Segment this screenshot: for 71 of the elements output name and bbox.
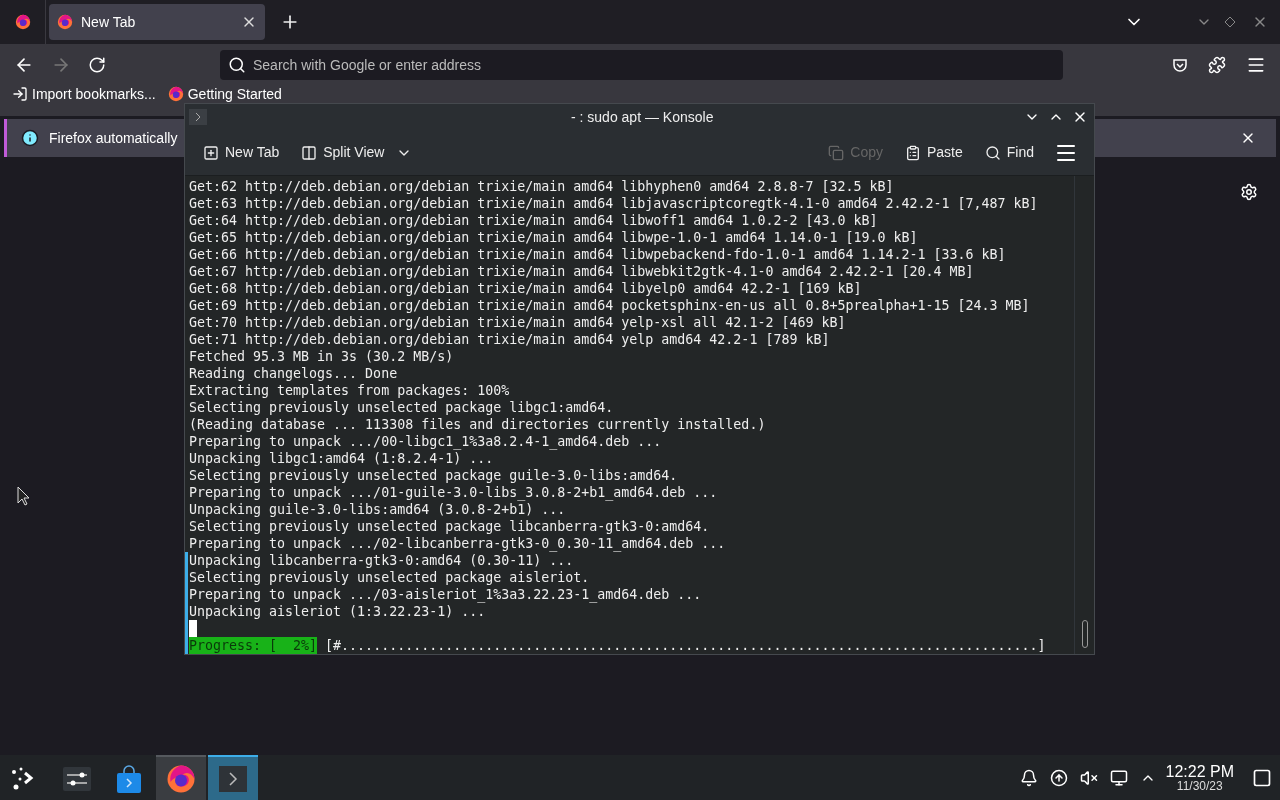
sliders-icon [63,766,91,791]
info-icon [21,129,39,147]
clipboard-icon [904,144,921,161]
update-icon[interactable] [1049,768,1068,787]
terminal-icon [219,765,247,792]
split-view-icon [301,144,318,161]
text-cursor [189,620,197,637]
firefox-logo-icon [167,86,184,102]
terminal-line: Selecting previously unselected package aisleriot. [185,569,1074,586]
terminal-line: Get:66 http://deb.debian.org/debian trixie/main amd64 libwpebackend-fdo-1.0-1 amd64 1.14.2-1 [33.6 kB] [188,246,1007,263]
taskbar-item[interactable] [208,755,258,800]
search-icon [984,144,1001,161]
terminal-line: Preparing to unpack .../03-aisleriot_1%3a3.22.23-1_amd64.deb ... [185,586,1074,603]
mouse-pointer-icon [17,486,31,506]
search-icon [228,55,246,74]
terminal-line: Reading changelogs... Done [188,365,399,382]
split-view-button[interactable]: Split View [299,142,415,164]
import-icon [12,86,28,102]
tab-title: New Tab [81,12,137,32]
window-title: - : sudo apt — Konsole [571,107,714,127]
firefox-view-icon [14,14,31,30]
terminal-line: Preparing to unpack .../01-guile-3.0-libs_3.0.8-2+b1_amd64.deb ... [188,484,719,501]
taskbar-item[interactable] [156,755,206,800]
terminal-line: Get:69 http://deb.debian.org/debian trixie/main amd64 pocketsphinx-en-us all 0.8+5prealpha+1-15 [24.3 MB] [188,297,1031,314]
terminal-line: Unpacking libgc1:amd64 (1:8.2.4-1) ... [188,450,495,467]
terminal-line: Get:62 http://deb.debian.org/debian trixie/main amd64 libhyphen0 amd64 2.8.8-7 [32.5 kB] [188,178,895,195]
terminal-line: Preparing to unpack .../00-libgc1_1%3a8.2.4-1_amd64.deb ... [188,433,663,450]
copy-icon [828,144,845,161]
terminal-line: Selecting previously unselected package libcanberra-gtk3-0:amd64. [188,518,711,535]
pocket-icon[interactable] [1172,56,1188,73]
extensions-icon[interactable] [1208,55,1226,74]
terminal-line: Get:65 http://deb.debian.org/debian trixie/main amd64 libwpe-1.0-1 amd64 1.14.0-1 [19.0 kB] [188,229,919,246]
scrollbar-thumb[interactable] [1081,620,1088,648]
address-bar[interactable]: Search with Google or enter address [220,49,1063,80]
firefox-logo-icon [57,14,73,30]
terminal-line: Get:70 http://deb.debian.org/debian trixie/main amd64 yelp-xsl all 42.1-2 [469 kB] [188,314,847,331]
bookmark-item[interactable]: Import bookmarks... [12,86,156,102]
terminal-line: Selecting previously unselected package guile-3.0-libs:amd64. [188,467,679,484]
paste-button[interactable]: Paste [902,142,965,164]
terminal-line: Fetched 95.3 MB in 3s (30.2 MB/s) [188,348,455,365]
volume-muted-icon[interactable] [1079,768,1098,787]
terminal-line: (Reading database ... 113308 files and directories currently installed.) [188,416,767,433]
show-desktop-icon[interactable] [1252,767,1272,788]
terminal-line: Unpacking libcanberra-gtk3-0:amd64 (0.30-11) ... [185,552,1074,569]
terminal-line: Get:64 http://deb.debian.org/debian trixie/main amd64 libwoff1 amd64 1.0.2-2 [43.0 kB] [188,212,879,229]
notification-text: Firefox automatically [49,128,178,148]
clock-date: 11/30/23 [1176,779,1223,792]
terminal-line: Get:67 http://deb.debian.org/debian trixie/main amd64 libwebkit2gtk-4.1-0 amd64 2.42.2-1 [20.4 MB] [188,263,975,280]
terminal-app-icon [194,112,202,123]
network-icon[interactable] [1109,768,1128,787]
new-tab-button[interactable]: New Tab [201,142,282,164]
reload-icon[interactable] [88,55,106,74]
terminal-line: Get:68 http://deb.debian.org/debian trixie/main amd64 libyelp0 amd64 42.2-1 [169 kB] [188,280,863,297]
find-button[interactable]: Find [982,142,1036,164]
bell-icon[interactable] [1019,768,1038,787]
progress-bar-text: [#.......................................................................................] [325,637,1046,654]
browser-tab[interactable]: New Tab [49,4,265,40]
new-tab-icon [203,144,219,161]
firefox-logo-icon [166,763,196,794]
terminal-line: Extracting templates from packages: 100% [188,382,511,399]
terminal-line: Unpacking guile-3.0-libs:amd64 (3.0.8-2+b1) ... [188,501,567,518]
terminal-line: Selecting previously unselected package libgc1:amd64. [188,399,615,416]
settings-icon[interactable] [1240,183,1258,201]
terminal-line: Preparing to unpack .../02-libcanberra-gtk3-0_0.30-11_amd64.deb ... [188,535,727,552]
clock-time: 12:22 PM [1165,763,1234,780]
progress-label: Progress: [ 2%] [189,637,318,654]
terminal-line: Get:63 http://deb.debian.org/debian trixie/main amd64 libjavascriptcoregtk-4.1-0 amd64 2.42.2-1 [7,487 kB] [188,195,1039,212]
terminal-line: Get:71 http://deb.debian.org/debian trixie/main amd64 yelp amd64 42.2-1 [789 kB] [188,331,831,348]
clock[interactable]: 12:22 PM 11/30/23 [1165,763,1234,792]
bookmark-item[interactable]: Getting Started [167,86,282,102]
shopping-bag-icon [116,764,142,793]
